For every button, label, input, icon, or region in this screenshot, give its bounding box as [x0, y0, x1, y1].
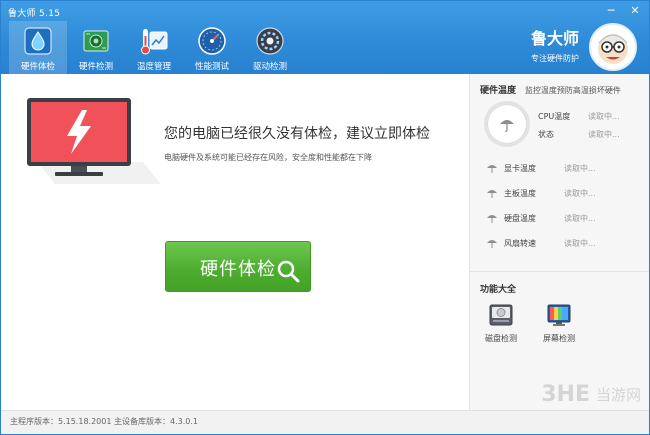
temperature-subtitle: 监控温度预防高温损坏硬件 — [524, 86, 621, 95]
sensor-row: 主板温度 读取中... — [486, 186, 596, 200]
checkup-button-label: 硬件体检 — [200, 259, 276, 280]
monitor-lightning-icon — [25, 96, 161, 193]
temperature-title: 硬件温度 — [480, 86, 517, 96]
panel-divider — [470, 271, 649, 272]
temperature-header: 硬件温度 监控温度预防高温损坏硬件 — [480, 83, 621, 96]
umbrella-icon — [500, 120, 514, 132]
tab-label: 温度管理 — [136, 62, 171, 72]
tab-label: 性能测试 — [194, 62, 229, 72]
screen-test-icon — [546, 302, 572, 328]
brand-slogan: 专注硬件防护 — [531, 54, 579, 63]
umbrella-icon — [487, 240, 497, 248]
tab-label: 驱动检测 — [252, 62, 287, 72]
shield-droplet-icon — [21, 24, 55, 58]
hard-disk-icon — [488, 302, 514, 328]
sensor-label: 主板温度 — [504, 188, 536, 198]
thermometer-chart-icon — [137, 24, 171, 58]
cpu-temp-row: CPU温度 读取中... — [538, 111, 620, 122]
magnifier-icon — [276, 259, 300, 286]
status-bar: 主程序版本：5.15.18.2001 主设备库版本：4.3.0.1 — [1, 410, 649, 434]
mascot-avatar-icon[interactable] — [589, 23, 637, 71]
brand-name: 鲁大师 — [530, 29, 579, 48]
sensor-row: 显卡温度 读取中... — [486, 161, 596, 175]
status-value: 读取中... — [588, 130, 620, 139]
watermark-logo: 3HE — [541, 382, 590, 407]
functions-title: 功能大全 — [480, 285, 517, 295]
tab-label: 硬件体检 — [20, 62, 55, 72]
sensor-value: 读取中... — [564, 213, 596, 223]
checkup-subline: 电脑硬件及系统可能已经存在风险，安全度和性能都在下降 — [164, 153, 372, 162]
status-row: 状态 读取中... — [538, 129, 620, 140]
sensor-row: 硬盘温度 读取中... — [486, 211, 596, 225]
app-window: 鲁大师 5.15 ─ ✕ 硬件体检 硬件检测 温度管理 性能测试 驱动检测 鲁大… — [0, 0, 650, 435]
tab-hardware-detect[interactable]: 硬件检测 — [67, 21, 125, 74]
gear-disk-icon — [253, 24, 287, 58]
version-info: 主程序版本：5.15.18.2001 主设备库版本：4.3.0.1 — [10, 417, 198, 426]
main-content: 您的电脑已经很久没有体检，建议立即体检 电脑硬件及系统可能已经存在风险，安全度和… — [1, 74, 469, 410]
sensor-label: 风扇转速 — [504, 238, 536, 248]
disk-check-button[interactable]: 磁盘检测 — [476, 302, 526, 344]
tab-performance[interactable]: 性能测试 — [183, 21, 241, 74]
screen-check-button[interactable]: 屏幕检测 — [534, 302, 584, 344]
watermark-text: 当游网 — [595, 386, 641, 404]
sensor-value: 读取中... — [564, 238, 596, 248]
sensor-value: 读取中... — [564, 163, 596, 173]
tab-label: 硬件检测 — [78, 62, 113, 72]
sensor-label: 硬盘温度 — [504, 213, 536, 223]
function-label: 屏幕检测 — [543, 334, 575, 343]
window-title: 鲁大师 5.15 — [8, 9, 61, 19]
brand: 鲁大师 专注硬件防护 — [531, 25, 579, 64]
window-controls: ─ ✕ — [605, 5, 641, 16]
header-bar: 鲁大师 5.15 ─ ✕ 硬件体检 硬件检测 温度管理 性能测试 驱动检测 鲁大… — [1, 1, 649, 74]
umbrella-icon — [487, 190, 497, 198]
temperature-gauge — [484, 101, 530, 147]
main-tabs: 硬件体检 硬件检测 温度管理 性能测试 驱动检测 — [9, 21, 299, 74]
minimize-button[interactable]: ─ — [605, 5, 617, 16]
umbrella-icon — [487, 215, 497, 223]
site-watermark: 3HE 当游网 — [541, 382, 641, 407]
tab-hardware-checkup[interactable]: 硬件体检 — [9, 21, 67, 74]
tab-driver[interactable]: 驱动检测 — [241, 21, 299, 74]
cpu-temp-value: 读取中... — [588, 112, 620, 121]
speedometer-icon — [195, 24, 229, 58]
sensor-value: 读取中... — [564, 188, 596, 198]
cpu-temp-label: CPU温度 — [538, 112, 571, 121]
function-label: 磁盘检测 — [485, 334, 517, 343]
checkup-headline: 您的电脑已经很久没有体检，建议立即体检 — [164, 126, 430, 142]
tab-temperature[interactable]: 温度管理 — [125, 21, 183, 74]
close-button[interactable]: ✕ — [629, 5, 641, 16]
umbrella-icon — [487, 165, 497, 173]
hardware-checkup-button[interactable]: 硬件体检 — [165, 241, 311, 292]
right-panel: 硬件温度 监控温度预防高温损坏硬件 CPU温度 读取中... 状态 读取中...… — [469, 74, 649, 410]
circuit-board-icon — [79, 24, 113, 58]
sensor-label: 显卡温度 — [504, 163, 536, 173]
status-label: 状态 — [538, 130, 554, 139]
sensor-row: 风扇转速 读取中... — [486, 236, 596, 250]
